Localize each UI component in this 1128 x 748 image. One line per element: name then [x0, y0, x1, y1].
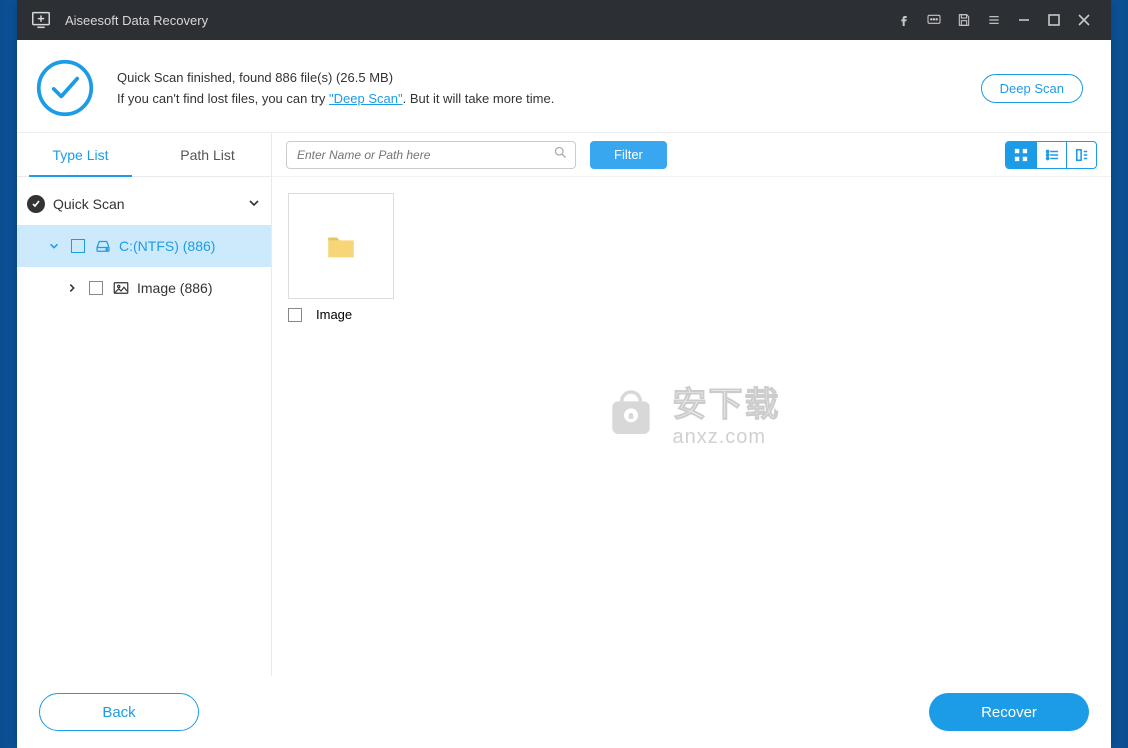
- view-switch: [1005, 141, 1097, 169]
- drive-checkbox[interactable]: [71, 239, 85, 253]
- image-icon: [111, 279, 131, 297]
- app-window: Aiseesoft Data Recovery Quick S: [17, 0, 1111, 748]
- minimize-button[interactable]: [1009, 5, 1039, 35]
- watermark-bag-icon: [603, 385, 659, 441]
- sidebar-tabs: Type List Path List: [17, 133, 271, 177]
- feedback-icon[interactable]: [919, 5, 949, 35]
- chevron-right-icon: [63, 282, 81, 294]
- maximize-button[interactable]: [1039, 5, 1069, 35]
- footer: Back Recover: [17, 676, 1111, 748]
- app-title: Aiseesoft Data Recovery: [65, 13, 208, 28]
- thumb-label-text: Image: [316, 307, 352, 322]
- view-grid-button[interactable]: [1006, 142, 1036, 168]
- deep-scan-link[interactable]: "Deep Scan": [329, 91, 403, 106]
- main-panel: Filter: [272, 133, 1111, 693]
- tab-path-list[interactable]: Path List: [144, 133, 271, 176]
- watermark: 安下载 anxz.com: [603, 377, 781, 449]
- save-icon[interactable]: [949, 5, 979, 35]
- drive-icon: [93, 237, 113, 255]
- back-button[interactable]: Back: [39, 693, 199, 731]
- summary-line2: If you can't find lost files, you can tr…: [117, 91, 554, 106]
- folder-icon: [324, 229, 358, 263]
- recover-button[interactable]: Recover: [929, 693, 1089, 731]
- scan-summary: Quick Scan finished, found 886 file(s) (…: [17, 40, 1111, 133]
- image-checkbox[interactable]: [89, 281, 103, 295]
- file-tree: Quick Scan C:(NTFS) (886): [17, 177, 271, 309]
- summary-line1: Quick Scan finished, found 886 file(s) (…: [117, 70, 554, 85]
- search-input[interactable]: [286, 141, 576, 169]
- folder-thumb-item[interactable]: Image: [288, 193, 394, 322]
- menu-icon[interactable]: [979, 5, 1009, 35]
- folder-thumb-box: [288, 193, 394, 299]
- tab-type-list[interactable]: Type List: [17, 133, 144, 176]
- view-detail-button[interactable]: [1066, 142, 1096, 168]
- tree-quick-scan[interactable]: Quick Scan: [17, 183, 271, 225]
- content-area: Image 安下载 anxz.com: [272, 177, 1111, 693]
- deep-scan-button[interactable]: Deep Scan: [981, 74, 1083, 103]
- facebook-icon[interactable]: [889, 5, 919, 35]
- success-check-icon: [35, 58, 95, 118]
- close-button[interactable]: [1069, 5, 1099, 35]
- chevron-down-icon: [247, 196, 261, 213]
- sidebar: Type List Path List Quick Scan: [17, 133, 272, 693]
- thumb-checkbox[interactable]: [288, 308, 302, 322]
- app-logo-icon: [29, 8, 53, 32]
- filter-button[interactable]: Filter: [590, 141, 667, 169]
- toolbar: Filter: [272, 133, 1111, 177]
- titlebar: Aiseesoft Data Recovery: [17, 0, 1111, 40]
- tree-image-category[interactable]: Image (886): [17, 267, 271, 309]
- check-badge-icon: [27, 195, 45, 213]
- view-list-button[interactable]: [1036, 142, 1066, 168]
- tree-drive-c[interactable]: C:(NTFS) (886): [17, 225, 271, 267]
- chevron-down-icon: [45, 240, 63, 252]
